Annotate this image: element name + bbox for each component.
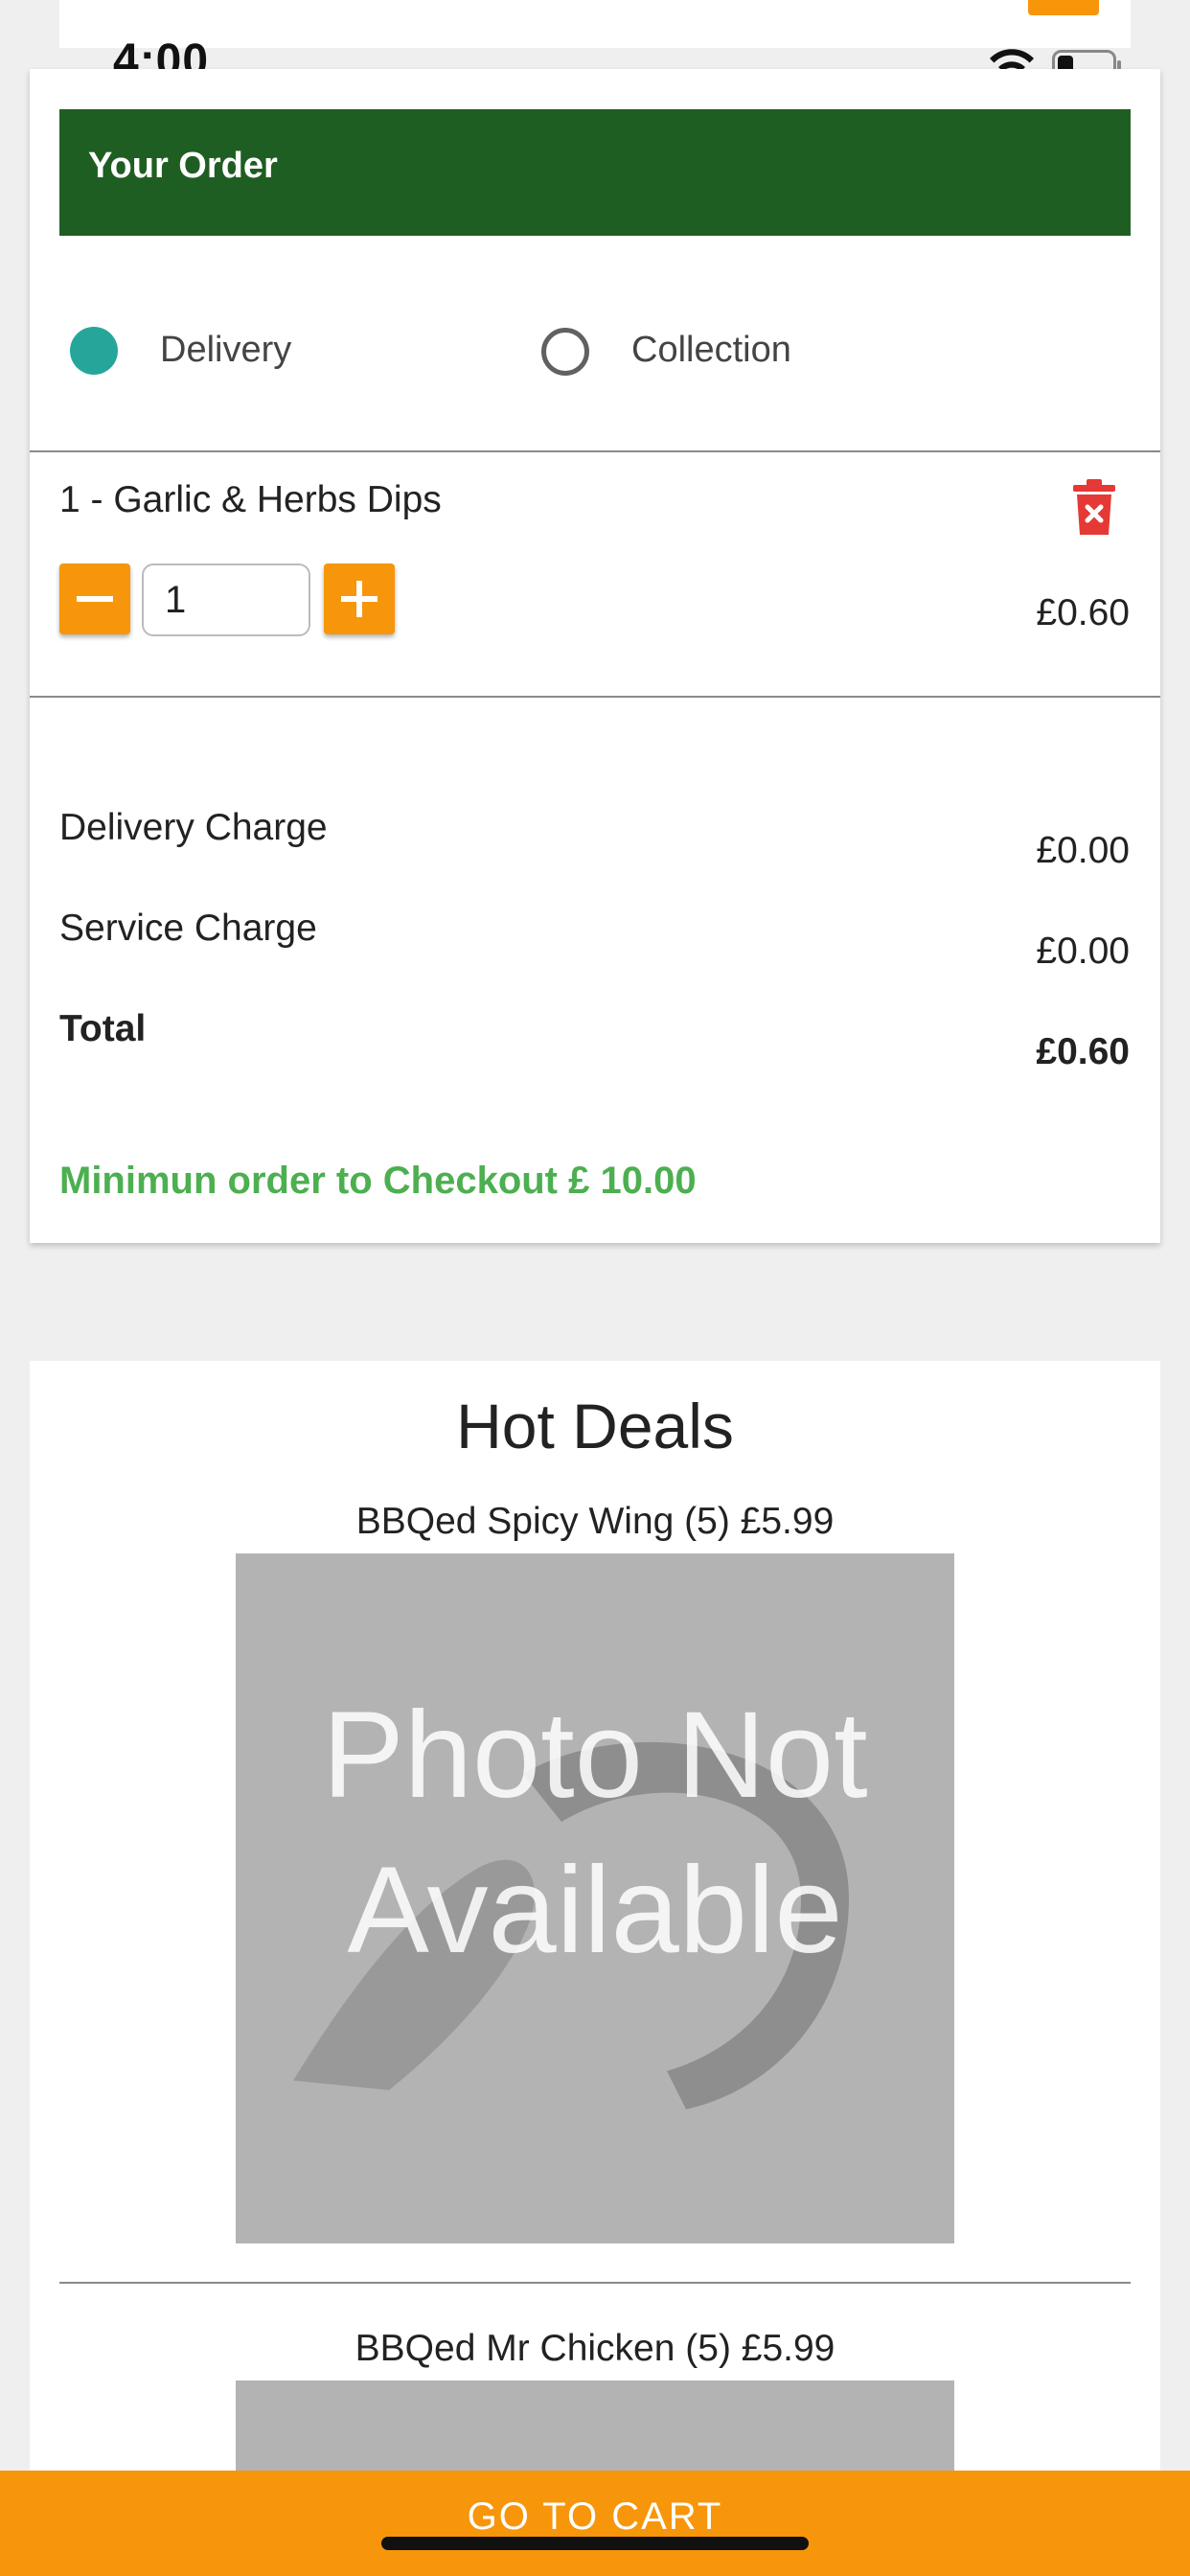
service-charge-label: Service Charge: [59, 908, 317, 949]
deal-photo-placeholder[interactable]: [236, 2380, 954, 2476]
hot-deals-title: Hot Deals: [456, 1391, 734, 1461]
cart-item-name: 1 - Garlic & Herbs Dips: [59, 479, 442, 520]
min-order-message: Minimun order to Checkout £ 10.00: [59, 1160, 697, 1202]
photo-placeholder-text: Photo Not Available: [322, 1687, 868, 1979]
item-price: £0.60: [1036, 592, 1130, 633]
increase-quantity-button[interactable]: [324, 564, 395, 634]
divider: [30, 696, 1160, 698]
delivery-radio[interactable]: [70, 327, 118, 375]
collection-label[interactable]: Collection: [631, 330, 791, 371]
home-indicator: [381, 2537, 809, 2550]
divider: [59, 2282, 1131, 2284]
order-card: [30, 69, 1160, 1243]
minus-icon: [77, 596, 113, 602]
delete-item-icon[interactable]: [1071, 479, 1117, 537]
go-to-cart-label[interactable]: GO TO CART: [0, 2496, 1190, 2539]
previous-card-button-edge[interactable]: [1028, 0, 1099, 15]
service-charge-value: £0.00: [1036, 931, 1130, 972]
deal-item-name[interactable]: BBQed Spicy Wing (5) £5.99: [30, 1501, 1160, 1543]
total-value: £0.60: [1036, 1031, 1130, 1072]
quantity-input[interactable]: [142, 564, 310, 636]
decrease-quantity-button[interactable]: [59, 564, 130, 634]
previous-card-edge: [59, 0, 1131, 48]
collection-radio[interactable]: [541, 328, 589, 376]
delivery-label[interactable]: Delivery: [160, 330, 291, 371]
total-label: Total: [59, 1008, 147, 1049]
deal-item-name[interactable]: BBQed Mr Chicken (5) £5.99: [30, 2328, 1160, 2370]
order-title: Your Order: [88, 146, 278, 186]
plus-icon: [341, 581, 378, 617]
deal-photo-placeholder[interactable]: Photo Not Available: [236, 1553, 954, 2243]
delivery-charge-label: Delivery Charge: [59, 807, 328, 848]
divider: [30, 450, 1160, 452]
delivery-charge-value: £0.00: [1036, 830, 1130, 871]
